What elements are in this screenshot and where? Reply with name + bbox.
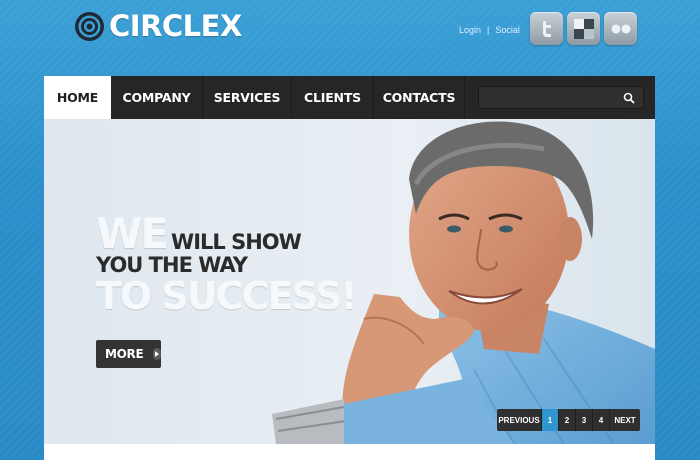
nav-item-contacts[interactable]: CONTACTS bbox=[374, 76, 465, 119]
site-header: CIRCLEX Login | Social bbox=[0, 0, 700, 74]
hero-slider: WE WILL SHOW YOU THE WAY TO SUCCESS! MOR… bbox=[44, 119, 655, 444]
twitter-icon bbox=[542, 20, 551, 37]
previous-button[interactable]: PREVIOUS bbox=[497, 409, 542, 431]
login-link[interactable]: Login bbox=[459, 24, 481, 36]
more-button[interactable]: MORE bbox=[96, 340, 161, 368]
top-links: Login | Social bbox=[459, 24, 520, 36]
search-icon[interactable] bbox=[623, 92, 635, 104]
headline-to-success: TO SUCCESS! bbox=[96, 274, 358, 318]
next-button[interactable]: NEXT bbox=[610, 409, 640, 431]
search-input[interactable] bbox=[479, 87, 619, 108]
brand-name: CIRCLEX bbox=[109, 9, 242, 43]
flickr-icon bbox=[611, 24, 630, 33]
nav-item-services[interactable]: SERVICES bbox=[203, 76, 292, 119]
nav-item-company[interactable]: COMPANY bbox=[111, 76, 203, 119]
hero-headline: WE WILL SHOW YOU THE WAY TO SUCCESS! bbox=[96, 209, 358, 318]
twitter-button[interactable] bbox=[530, 12, 563, 45]
page-2-button[interactable]: 2 bbox=[559, 409, 576, 431]
nav-item-home[interactable]: HOME bbox=[44, 76, 111, 119]
search-box bbox=[478, 86, 644, 109]
logo[interactable]: CIRCLEX bbox=[74, 11, 242, 42]
social-icons bbox=[530, 12, 637, 45]
flickr-button[interactable] bbox=[604, 12, 637, 45]
circle-logo-icon bbox=[75, 12, 104, 41]
page-1-button[interactable]: 1 bbox=[542, 409, 559, 431]
main-nav: HOME COMPANY SERVICES CLIENTS CONTACTS bbox=[44, 76, 655, 119]
more-label: MORE bbox=[105, 347, 144, 361]
slider-pagination: PREVIOUS 1 2 3 4 NEXT bbox=[497, 409, 640, 431]
nav-item-clients[interactable]: CLIENTS bbox=[292, 76, 374, 119]
social-link[interactable]: Social bbox=[495, 24, 520, 36]
page-3-button[interactable]: 3 bbox=[576, 409, 593, 431]
delicious-icon bbox=[573, 18, 594, 39]
headline-will-show: WILL SHOW bbox=[171, 230, 302, 254]
main-panel: HOME COMPANY SERVICES CLIENTS CONTACTS W… bbox=[44, 76, 655, 460]
page-4-button[interactable]: 4 bbox=[593, 409, 610, 431]
delicious-button[interactable] bbox=[567, 12, 600, 45]
arrow-right-icon bbox=[153, 348, 161, 360]
link-separator: | bbox=[487, 25, 490, 35]
headline-we: WE bbox=[96, 209, 169, 258]
